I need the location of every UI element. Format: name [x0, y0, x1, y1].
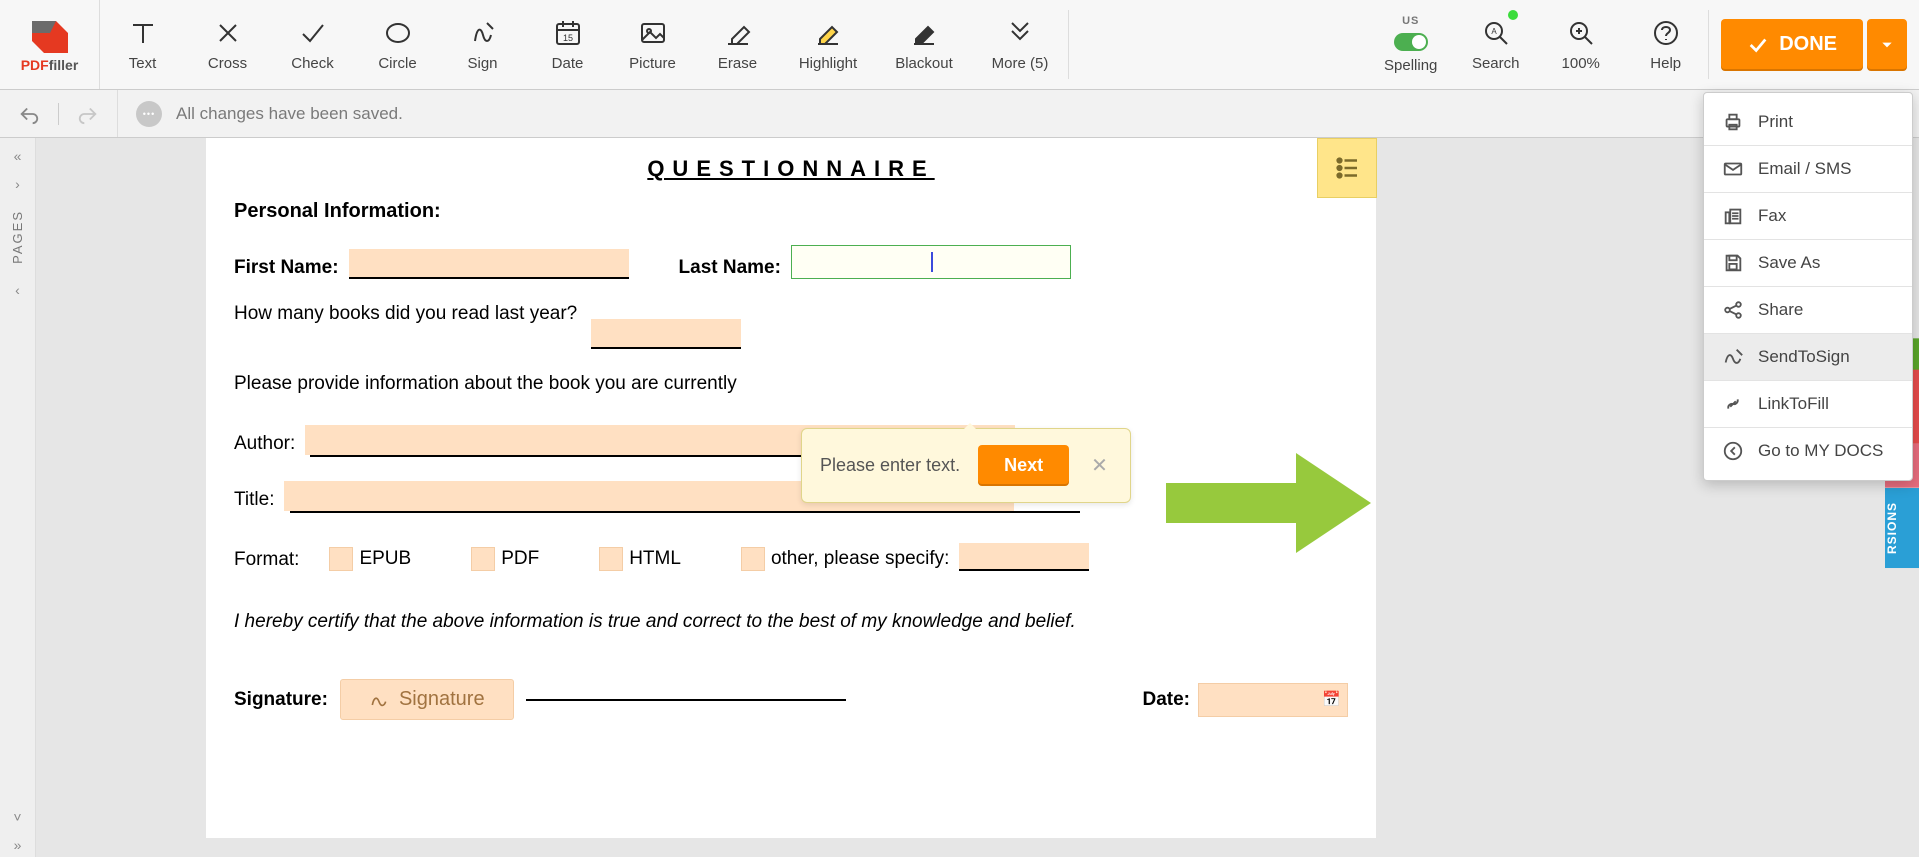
tooltip-message: Please enter text.	[820, 455, 960, 476]
done-dropdown-toggle[interactable]	[1867, 19, 1907, 71]
rail-collapse-up[interactable]: «	[6, 144, 30, 168]
section-personal-info: Personal Information:	[234, 200, 1348, 223]
logo-text-grey: filler	[49, 57, 79, 73]
checkbox-other[interactable]	[741, 547, 765, 571]
menu-save-as[interactable]: Save As	[1704, 240, 1912, 286]
label-author: Author:	[234, 433, 295, 455]
tooltip-next-button[interactable]: Next	[978, 445, 1069, 486]
menu-share[interactable]: Share	[1704, 287, 1912, 333]
tool-zoom[interactable]: 100%	[1538, 0, 1623, 89]
app-logo[interactable]: PDFfiller	[0, 0, 100, 89]
done-button[interactable]: DONE	[1721, 19, 1863, 71]
tool-spelling[interactable]: US Spelling	[1368, 0, 1453, 89]
label-signature: Signature:	[234, 689, 328, 711]
menu-linktofill[interactable]: LinkToFill	[1704, 381, 1912, 427]
tool-blackout[interactable]: Blackout	[876, 0, 972, 89]
label-title: Title:	[234, 489, 274, 511]
undo-button[interactable]	[18, 103, 40, 125]
menu-email-sms[interactable]: Email / SMS	[1704, 146, 1912, 192]
toolbar-right: US Spelling A Search 100% Help DONE	[1368, 0, 1919, 89]
done-dropdown-menu: Print Email / SMS Fax Save As Share Send…	[1703, 92, 1913, 481]
question-books: How many books did you read last year?	[234, 303, 577, 325]
field-tooltip: Please enter text. Next ✕	[801, 428, 1131, 503]
signature-button[interactable]: Signature	[340, 679, 514, 720]
field-books-count[interactable]	[591, 319, 741, 349]
tool-date[interactable]: 15 Date	[525, 0, 610, 89]
tool-search[interactable]: A Search	[1453, 0, 1538, 89]
menu-fax[interactable]: Fax	[1704, 193, 1912, 239]
comment-icon[interactable]	[136, 101, 162, 127]
checkbox-pdf[interactable]	[471, 547, 495, 571]
tool-erase[interactable]: Erase	[695, 0, 780, 89]
done-area: DONE	[1709, 0, 1919, 89]
tooltip-close-button[interactable]: ✕	[1087, 453, 1112, 478]
tool-highlight[interactable]: Highlight	[780, 0, 876, 89]
field-date[interactable]: 📅	[1198, 683, 1348, 717]
rail-prev[interactable]: ‹	[6, 278, 30, 302]
field-last-name[interactable]	[791, 245, 1071, 279]
tool-help[interactable]: Help	[1623, 0, 1708, 89]
redo-button[interactable]	[77, 103, 99, 125]
question-current-book: Please provide information about the boo…	[234, 373, 1348, 395]
search-active-indicator	[1508, 10, 1518, 20]
history-controls	[0, 90, 118, 137]
field-first-name[interactable]	[349, 249, 629, 279]
tool-check[interactable]: Check	[270, 0, 355, 89]
tool-text[interactable]: Text	[100, 0, 185, 89]
tool-more[interactable]: More (5)	[972, 0, 1068, 89]
tool-circle[interactable]: Circle	[355, 0, 440, 89]
workspace: « › PAGES ‹ ˅ » QUESTIONNAIRE Personal I…	[0, 138, 1919, 857]
main-toolbar: PDFfiller Text Cross Check Circle Sign 1…	[0, 0, 1919, 90]
side-tab-versions[interactable]: RSIONS	[1885, 488, 1919, 568]
tool-cross[interactable]: Cross	[185, 0, 270, 89]
pages-label: PAGES	[10, 210, 25, 264]
label-last-name: Last Name:	[679, 257, 781, 279]
label-date: Date:	[1142, 689, 1190, 711]
label-format: Format:	[234, 549, 299, 571]
calendar-icon[interactable]: 📅	[1322, 690, 1341, 708]
svg-text:A: A	[1491, 27, 1497, 36]
spelling-toggle[interactable]	[1394, 33, 1428, 51]
menu-sendtosign[interactable]: SendToSign	[1704, 334, 1912, 380]
rail-next[interactable]: ›	[6, 172, 30, 196]
logo-text-red: PDF	[21, 57, 49, 73]
tool-sign[interactable]: Sign	[440, 0, 525, 89]
rail-down[interactable]: ˅	[6, 805, 30, 829]
status-bar: All changes have been saved.	[0, 90, 1919, 138]
checkbox-epub[interactable]	[329, 547, 353, 571]
pages-rail: « › PAGES ‹ ˅ »	[0, 138, 36, 857]
document-canvas[interactable]: QUESTIONNAIRE Personal Information: Firs…	[36, 138, 1919, 857]
callout-arrow	[1166, 448, 1376, 558]
label-first-name: First Name:	[234, 257, 339, 279]
rail-expand[interactable]: »	[6, 833, 30, 857]
tool-picture[interactable]: Picture	[610, 0, 695, 89]
menu-go-to-my-docs[interactable]: Go to MY DOCS	[1704, 428, 1912, 474]
svg-text:15: 15	[562, 33, 572, 43]
fields-panel-toggle[interactable]	[1317, 138, 1377, 198]
checkbox-html[interactable]	[599, 547, 623, 571]
doc-title: QUESTIONNAIRE	[234, 156, 1348, 182]
save-status: All changes have been saved.	[118, 101, 403, 127]
certification-text: I hereby certify that the above informat…	[234, 611, 1348, 633]
menu-print[interactable]: Print	[1704, 99, 1912, 145]
field-other-format[interactable]	[959, 543, 1089, 571]
